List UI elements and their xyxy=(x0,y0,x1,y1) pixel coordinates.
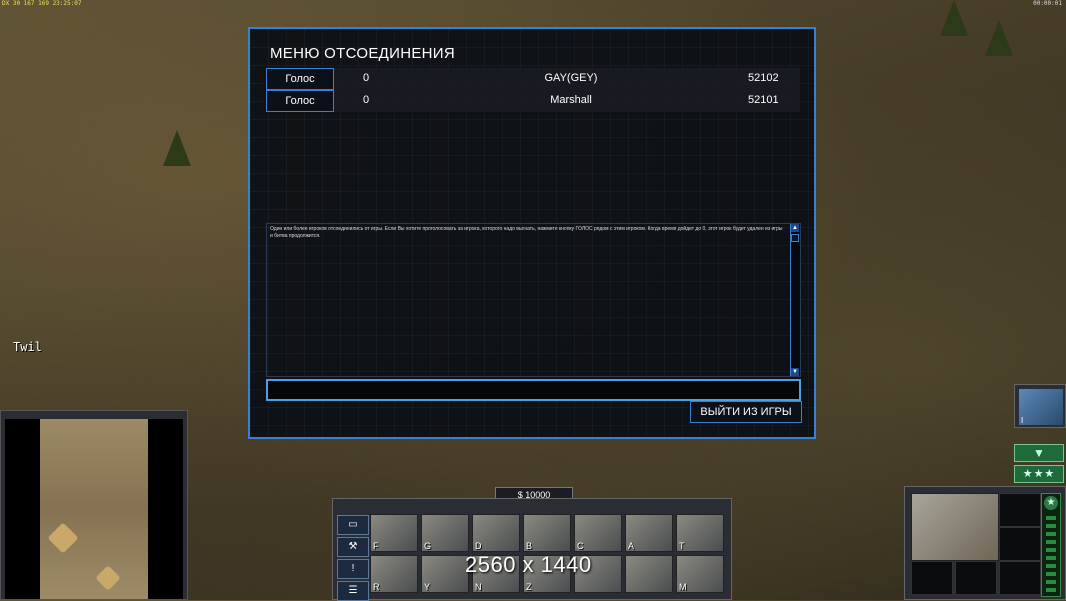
dialog-title: МЕНЮ ОТСОЕДИНЕНИЯ xyxy=(270,45,455,62)
disconnect-menu-dialog: МЕНЮ ОТСОЕДИНЕНИЯ Голос 0 GAY(GEY) 52102… xyxy=(248,27,816,439)
satellite-power-button[interactable]: I xyxy=(1014,384,1066,428)
build-slot[interactable]: D xyxy=(472,514,520,552)
health-segment xyxy=(1046,540,1056,544)
minimap-frame xyxy=(0,410,188,600)
minimap[interactable] xyxy=(5,419,183,599)
build-slot[interactable] xyxy=(625,555,673,593)
scroll-thumb[interactable] xyxy=(791,234,799,242)
health-segment xyxy=(1046,516,1056,520)
scroll-up-icon[interactable]: ▲ xyxy=(791,224,799,232)
player-name: Marshall xyxy=(550,94,592,106)
quit-game-button[interactable]: ВЫЙТИ ИЗ ИГРЫ xyxy=(690,401,802,423)
message-scrollbar[interactable]: ▲ ▼ xyxy=(790,224,800,376)
chevron-down-icon[interactable]: ▼ xyxy=(1014,444,1064,462)
health-segment xyxy=(1046,556,1056,560)
options-icon[interactable]: ☰ xyxy=(337,581,369,601)
unit-portrait xyxy=(911,493,999,561)
upgrade-slot[interactable] xyxy=(999,527,1041,561)
player-port: 52102 xyxy=(748,72,779,84)
wrench-icon[interactable]: ⚒ xyxy=(337,537,369,557)
upgrade-slot[interactable] xyxy=(999,493,1041,527)
disconnect-message: Один или более игроков отсоединились от … xyxy=(270,226,783,239)
build-slot[interactable]: A xyxy=(625,514,673,552)
build-slot[interactable]: C xyxy=(574,514,622,552)
vote-button[interactable]: Голос xyxy=(266,68,334,90)
tree-decoration xyxy=(985,20,1013,56)
health-segment xyxy=(1046,524,1056,528)
build-slot[interactable]: B xyxy=(523,514,571,552)
health-segment xyxy=(1046,564,1056,568)
build-slot[interactable]: F xyxy=(370,514,418,552)
build-slot[interactable]: Y xyxy=(421,555,469,593)
build-slot[interactable]: G xyxy=(421,514,469,552)
structures-tab-icon[interactable]: ▭ xyxy=(337,515,369,535)
health-bar: ★ xyxy=(1041,493,1061,597)
player-row: Голос 0 GAY(GEY) 52102 xyxy=(266,68,800,90)
rank-stars-button[interactable]: ★★★ xyxy=(1014,465,1064,483)
fps-stats-readout: DX 30 167 169 23:25:07 xyxy=(2,0,82,7)
chat-input[interactable] xyxy=(266,379,801,401)
build-slot[interactable]: R xyxy=(370,555,418,593)
tree-decoration xyxy=(940,0,968,36)
vote-button[interactable]: Голос xyxy=(266,90,334,112)
upgrade-slot[interactable] xyxy=(911,561,953,595)
resolution-overlay: 2560 x 1440 xyxy=(465,552,592,577)
star-icon: ★ xyxy=(1044,496,1058,510)
vote-count: 0 xyxy=(363,72,370,84)
alert-icon[interactable]: ! xyxy=(337,559,369,579)
build-slot[interactable]: M xyxy=(676,555,724,593)
command-bar: ▭ ⚒ ! ☰ F G D B C A T R Y N Z M xyxy=(332,498,732,601)
player-name: GAY(GEY) xyxy=(544,72,598,84)
satellite-icon xyxy=(1019,389,1063,425)
player-port: 52101 xyxy=(748,94,779,106)
player-row: Голос 0 Marshall 52101 xyxy=(266,90,800,112)
health-segment xyxy=(1046,588,1056,592)
base-marker-icon xyxy=(95,565,121,591)
scroll-down-icon[interactable]: ▼ xyxy=(791,368,799,376)
player-name-label: Twil xyxy=(13,340,42,354)
selected-unit-panel: ★ xyxy=(904,486,1066,600)
tree-decoration xyxy=(163,130,191,166)
vote-count: 0 xyxy=(363,94,370,106)
upgrade-slot[interactable] xyxy=(955,561,997,595)
game-timer: 00:00:01 xyxy=(1033,0,1062,7)
message-box: Один или более игроков отсоединились от … xyxy=(266,223,801,377)
health-segment xyxy=(1046,580,1056,584)
base-marker-icon xyxy=(47,522,79,554)
health-segment xyxy=(1046,532,1056,536)
satellite-hotkey: I xyxy=(1021,416,1024,425)
upgrade-slot[interactable] xyxy=(999,561,1041,595)
health-segment xyxy=(1046,548,1056,552)
minimap-terrain xyxy=(40,419,148,599)
build-slot[interactable]: T xyxy=(676,514,724,552)
health-segment xyxy=(1046,572,1056,576)
